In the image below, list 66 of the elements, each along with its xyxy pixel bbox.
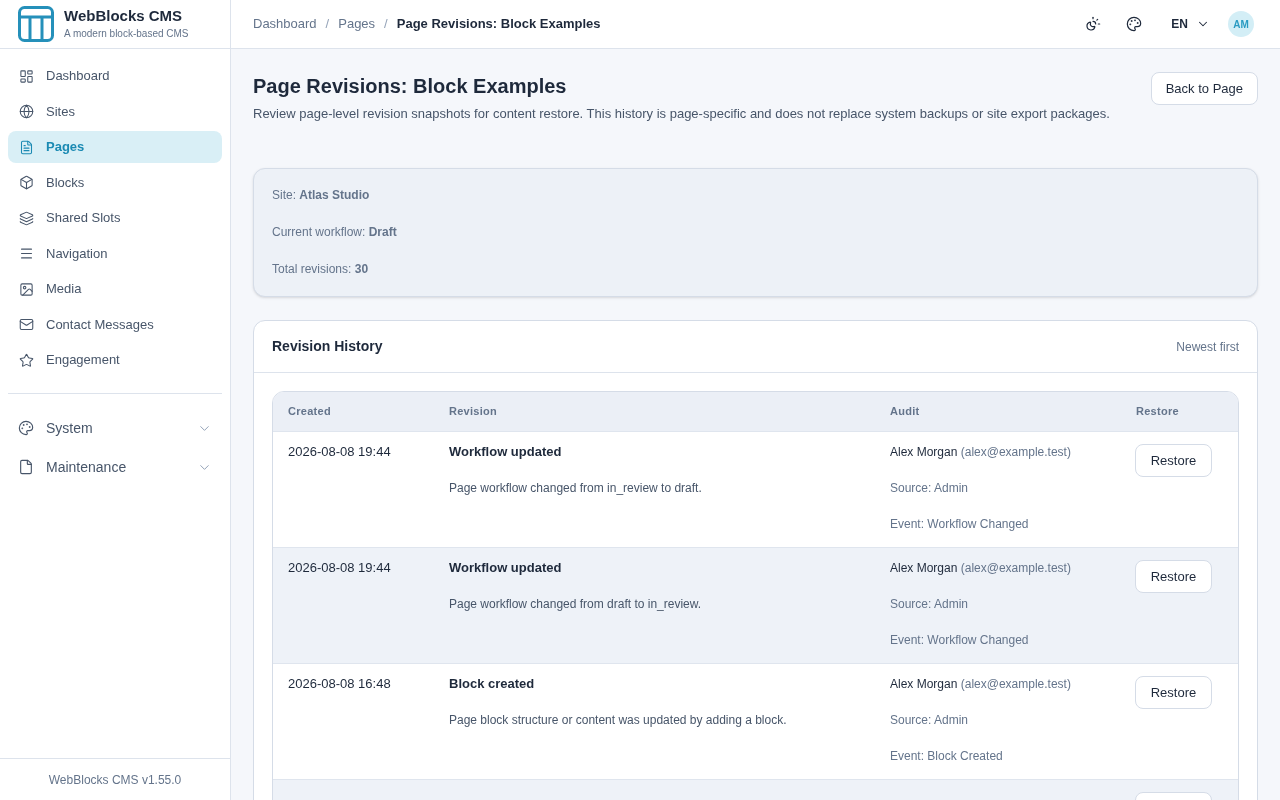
nav-item[interactable]: Navigation [8, 237, 222, 270]
column-header: Created [288, 404, 331, 420]
summary-line: Total revisions: 30 [272, 261, 369, 278]
column-header: Restore [1136, 404, 1179, 420]
brand-name: WebBlocks CMS [64, 6, 183, 26]
revision-title: Workflow updated [449, 559, 562, 577]
menu-icon [19, 246, 34, 261]
cube-icon [19, 175, 34, 190]
created-time: 2026-08-08 19:44 [288, 443, 391, 461]
audit-event: Event: Workflow Changed [890, 516, 1029, 533]
breadcrumb-link[interactable]: Pages [338, 14, 376, 34]
nav-item[interactable]: Shared Slots [8, 202, 222, 234]
language-button[interactable]: EN [1171, 8, 1210, 40]
restore-button[interactable]: Restore [1135, 560, 1212, 593]
breadcrumb-separator: / [384, 15, 388, 34]
page-description: Review page-level revision snapshots for content restore. This history is page-specific and does not replace system backups or site export packages. [253, 105, 1110, 123]
palette-icon [1126, 16, 1143, 32]
revision-description: Page workflow changed from in_review to draft. [449, 480, 702, 497]
document-icon [19, 139, 34, 155]
revision-description: Page block structure or content was updated by adding a block. [449, 712, 787, 729]
layers-icon [19, 210, 34, 226]
column-header: Audit [890, 404, 920, 420]
image-icon [19, 281, 34, 297]
palette-icon [18, 420, 34, 436]
audit-source: Source: Admin [890, 596, 969, 613]
mail-icon [19, 317, 34, 332]
breadcrumb-link[interactable]: Dashboard [253, 14, 317, 34]
sun-moon-icon [1085, 16, 1102, 32]
star-icon [19, 352, 34, 368]
sort-order-label: Newest first [1176, 338, 1239, 356]
revision-description: Page workflow changed from draft to in_review. [449, 596, 702, 613]
file-icon [18, 459, 34, 475]
globe-icon [19, 104, 34, 119]
restore-button[interactable]: Restore [1135, 676, 1212, 709]
nav-item[interactable]: Engagement [8, 344, 222, 376]
nav-item[interactable]: Sites [8, 95, 222, 128]
revision-title: Workflow updated [449, 443, 562, 461]
created-time: 2026-08-08 19:44 [288, 559, 391, 577]
created-time: 2026-08-08 16:48 [288, 675, 391, 693]
audit-event: Event: Workflow Changed [890, 632, 1029, 649]
brand-tagline: A modern block-based CMS [64, 27, 189, 41]
nav-item[interactable]: Dashboard [8, 60, 222, 92]
nav-group[interactable]: System [8, 410, 222, 446]
audit-user: Alex Morgan (alex@example.test) [890, 560, 1071, 577]
audit-user: Alex Morgan (alex@example.test) [890, 444, 1071, 461]
nav-group[interactable]: Maintenance [8, 449, 222, 485]
revision-title: Block created [449, 675, 535, 693]
summary-line: Current workflow: Draft [272, 224, 397, 241]
version-label: WebBlocks CMS v1.55.0 [48, 771, 182, 789]
breadcrumb-current: Page Revisions: Block Examples [396, 15, 601, 34]
page-title: Page Revisions: Block Examples [253, 74, 567, 99]
breadcrumb-separator: / [325, 15, 330, 34]
audit-source: Source: Admin [890, 712, 969, 729]
nav-item[interactable]: Contact Messages [8, 308, 222, 341]
back-to-page-button[interactable]: Back to Page [1150, 72, 1258, 105]
audit-event: Event: Block Created [890, 748, 1003, 765]
nav-item[interactable]: Blocks [8, 166, 222, 199]
nav-item[interactable]: Media [8, 273, 222, 305]
audit-source: Source: Admin [890, 480, 969, 497]
column-header: Revision [449, 404, 498, 420]
restore-button[interactable]: Restore [1135, 444, 1212, 477]
grid-icon [19, 68, 34, 84]
logo-icon [18, 6, 54, 42]
card-title: Revision History [272, 337, 383, 356]
audit-user: Alex Morgan (alex@example.test) [890, 676, 1071, 693]
summary-line: Site: Atlas Studio [272, 187, 370, 204]
